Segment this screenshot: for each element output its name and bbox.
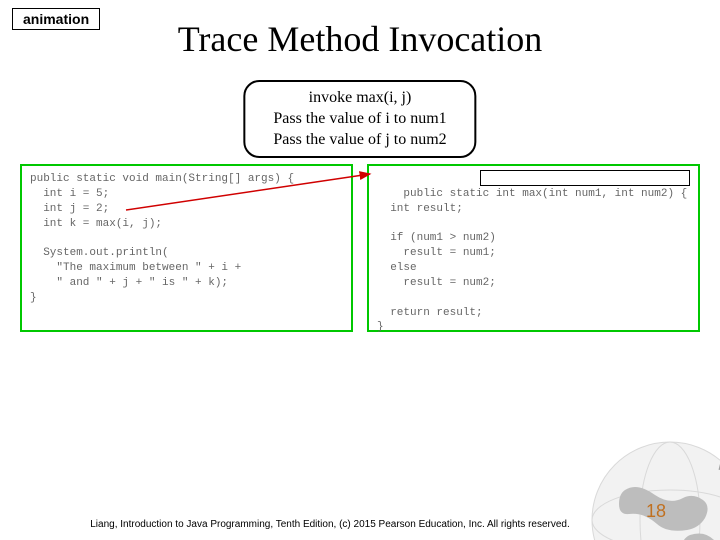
animation-badge: animation xyxy=(12,8,100,30)
footer-citation: Liang, Introduction to Java Programming,… xyxy=(40,519,620,530)
method-signature-highlight xyxy=(480,170,690,186)
callout-line-1: invoke max(i, j) xyxy=(273,88,446,109)
callout-line-3: Pass the value of j to num2 xyxy=(273,130,446,151)
code-box-main: public static void main(String[] args) {… xyxy=(20,164,353,332)
page-number: 18 xyxy=(646,501,666,522)
code-right-text: public static int max(int num1, int num2… xyxy=(377,188,687,334)
code-area: public static void main(String[] args) {… xyxy=(20,164,700,332)
code-box-max: public static int max(int num1, int num2… xyxy=(367,164,700,332)
callout-box: invoke max(i, j) Pass the value of i to … xyxy=(243,80,476,158)
callout-line-2: Pass the value of i to num1 xyxy=(273,109,446,130)
slide-title: Trace Method Invocation xyxy=(0,18,720,60)
